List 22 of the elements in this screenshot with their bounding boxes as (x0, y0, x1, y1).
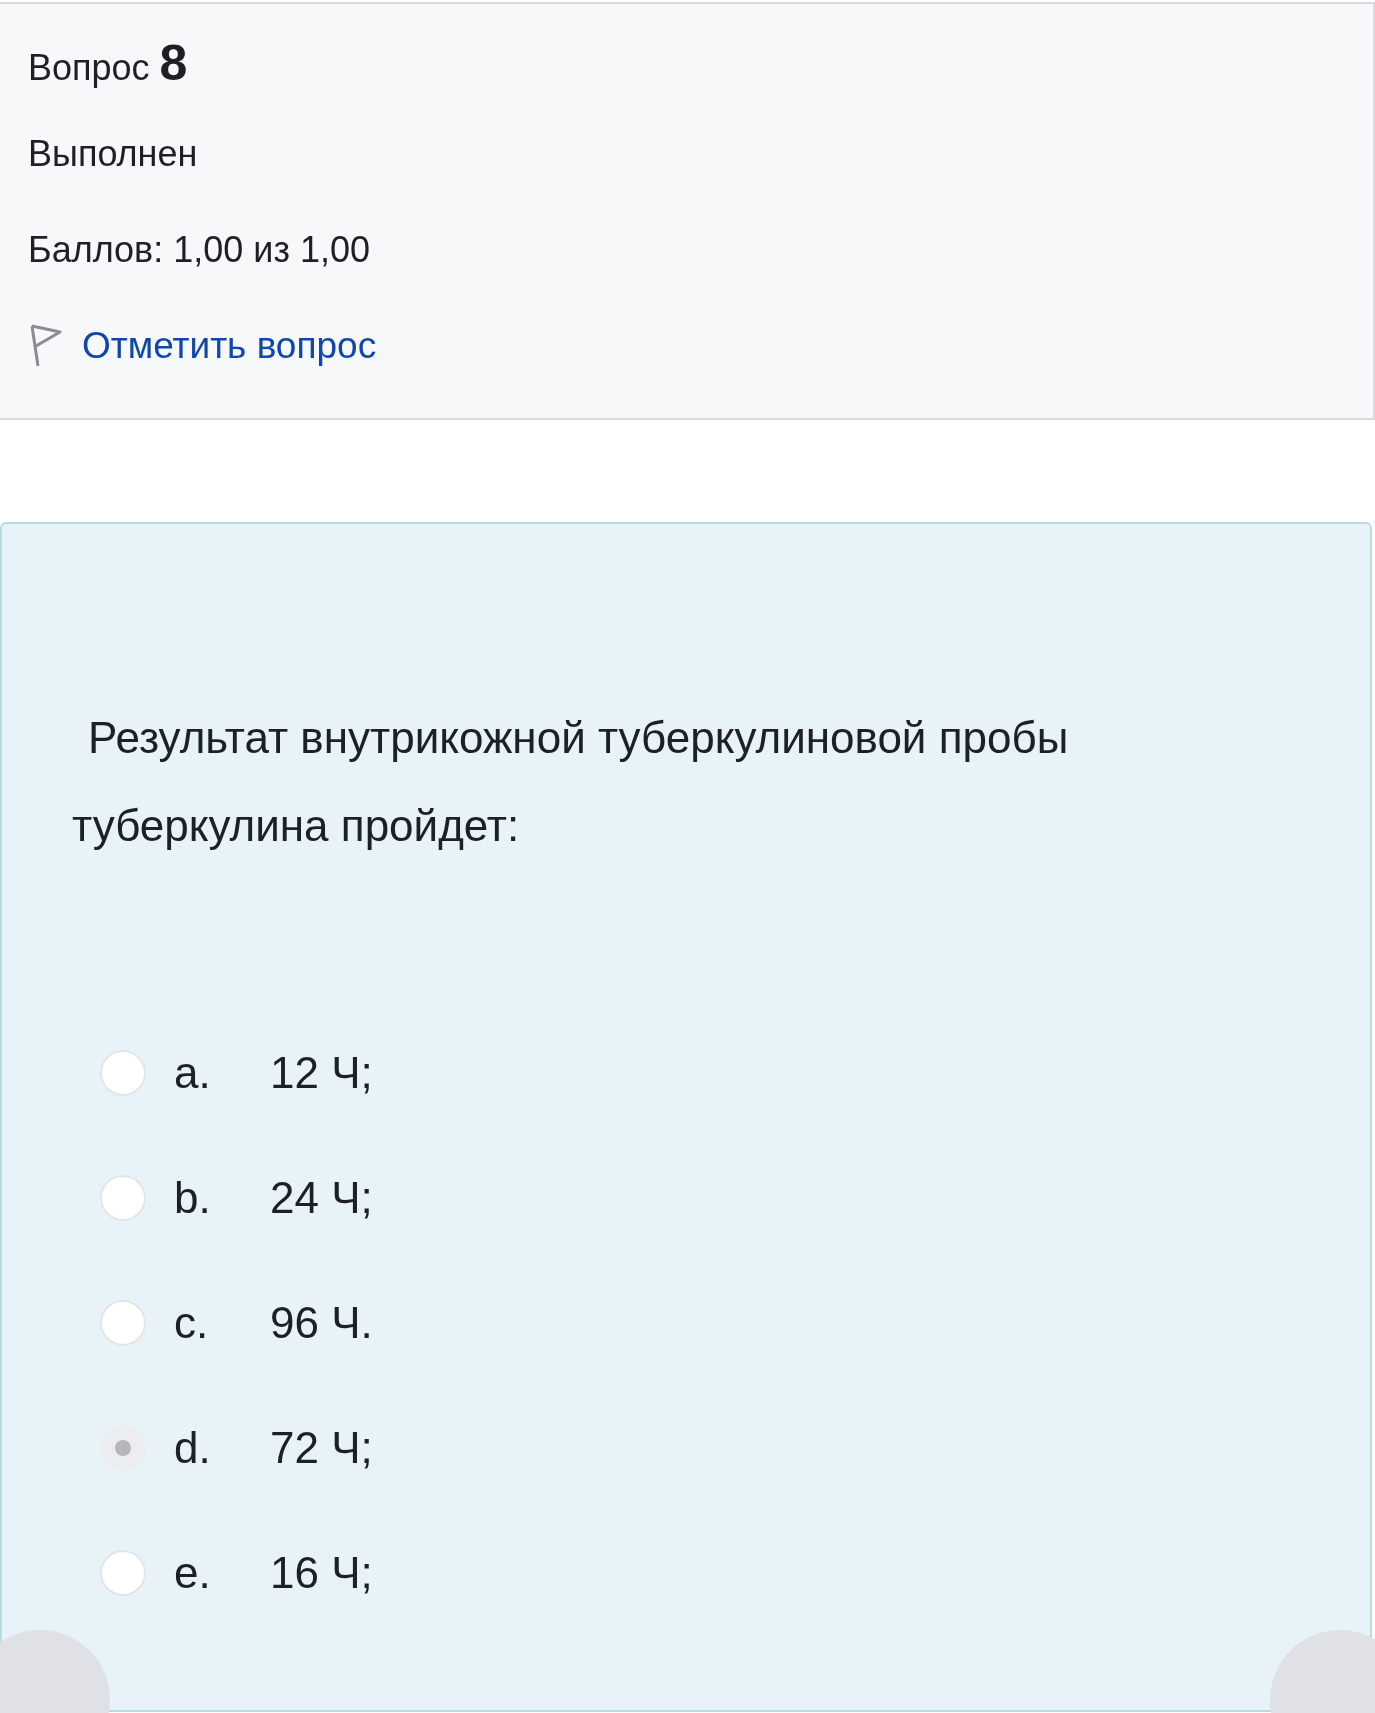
radio-button[interactable] (100, 1424, 146, 1471)
option-letter: c. (174, 1297, 210, 1348)
question-number: 8 (159, 34, 188, 92)
option-text: 16 Ч; (270, 1547, 373, 1598)
radio-button[interactable] (100, 1049, 146, 1096)
radio-button[interactable] (100, 1299, 146, 1346)
option-text: 12 Ч; (270, 1047, 373, 1098)
option-letter: d. (174, 1422, 212, 1473)
radio-button[interactable] (100, 1549, 146, 1596)
question-text: Результат внутрикожной туберкулиновой пробы туберкулина пройдет: (72, 712, 1070, 852)
flag-question-link[interactable]: Отметить вопрос (82, 325, 377, 367)
question-status: Выполнен (28, 132, 199, 176)
option-text: 72 Ч; (270, 1422, 373, 1473)
radio-button[interactable] (100, 1174, 146, 1221)
question-label: Вопрос (28, 47, 150, 89)
question-grade: Баллов: 1,00 из 1,00 (28, 228, 371, 272)
option-text: 96 Ч. (270, 1297, 373, 1348)
option-letter: a. (174, 1047, 212, 1098)
option-text: 24 Ч; (270, 1172, 373, 1223)
flag-icon[interactable] (28, 324, 64, 368)
option-letter: e. (174, 1547, 212, 1598)
option-letter: b. (174, 1172, 212, 1223)
